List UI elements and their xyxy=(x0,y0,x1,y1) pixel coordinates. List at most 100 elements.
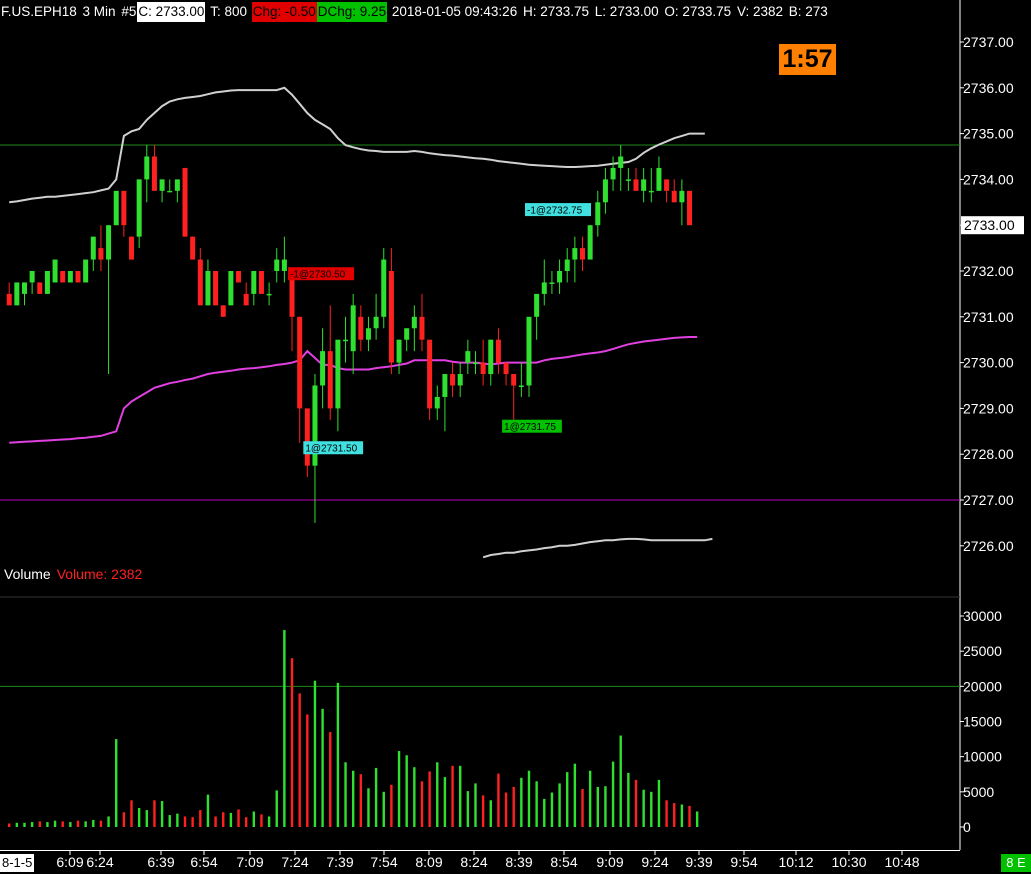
volume-bar xyxy=(321,708,324,827)
candle-body xyxy=(365,328,371,340)
volume-bar xyxy=(115,739,118,827)
volume-bar xyxy=(92,819,95,827)
order-label: -1@2730.50 xyxy=(290,270,346,281)
volume-bar xyxy=(329,732,332,827)
candle-body xyxy=(442,374,448,397)
candle-body xyxy=(488,339,494,375)
price-tick-label: 2730.00 xyxy=(963,355,1014,371)
candle-body xyxy=(557,271,563,283)
volume-bar xyxy=(588,770,592,827)
time-tick-label: 7:54 xyxy=(370,854,397,870)
volume-bar xyxy=(69,822,72,827)
candle-body xyxy=(396,339,402,363)
candle-body xyxy=(541,282,547,294)
time-tick-label: 6:09 xyxy=(56,854,83,870)
volume-bar xyxy=(474,783,477,827)
candle-body xyxy=(83,259,89,283)
candle-body xyxy=(595,202,601,226)
volume-bar xyxy=(642,789,645,827)
volume-bar xyxy=(573,763,577,827)
volume-bar xyxy=(168,815,171,827)
volume-bar xyxy=(650,791,653,827)
candle-body xyxy=(121,190,127,226)
time-tick-label: 10:48 xyxy=(884,854,919,870)
volume-bar xyxy=(267,816,271,827)
volume-bar xyxy=(359,774,363,827)
volume-tick-label: 15000 xyxy=(963,714,1002,730)
volume-bar xyxy=(428,771,431,827)
candle-body xyxy=(182,167,188,237)
volume-bar xyxy=(130,800,133,827)
candle-body xyxy=(129,236,135,260)
candle-body xyxy=(419,316,425,340)
price-tick-label: 2727.00 xyxy=(963,492,1014,508)
time-tick-label: 8:09 xyxy=(415,854,442,870)
volume-bar xyxy=(122,812,126,827)
candle-body xyxy=(411,316,417,329)
volume-bar xyxy=(604,786,607,827)
time-tick-label: 9:09 xyxy=(596,854,623,870)
volume-panel-title: Volume Volume: 2382 xyxy=(4,566,142,582)
candle-body xyxy=(534,293,540,317)
time-tick-label: 8:54 xyxy=(550,854,577,870)
price-tick-label: 2731.00 xyxy=(963,309,1014,325)
time-tick-label: 6:54 xyxy=(190,854,217,870)
candle-body xyxy=(518,385,524,387)
volume-bar xyxy=(374,767,378,827)
volume-bar xyxy=(413,767,416,827)
candle-body xyxy=(304,408,310,466)
candle-body xyxy=(228,271,234,306)
candle-body xyxy=(618,156,624,168)
order-label: 1@2731.75 xyxy=(504,422,556,433)
candle-body xyxy=(457,374,463,386)
volume-bar xyxy=(443,777,447,827)
volume-bar xyxy=(344,762,347,827)
candle-body xyxy=(106,225,112,260)
price-tick-label: 2726.00 xyxy=(963,538,1014,554)
volume-bar xyxy=(53,820,57,827)
volume-bar xyxy=(558,783,561,827)
candle-body xyxy=(580,248,585,260)
volume-bar xyxy=(481,795,485,827)
volume-bar xyxy=(290,658,294,827)
candle-body xyxy=(37,282,43,294)
current-price-label: 2733.00 xyxy=(964,217,1015,233)
volume-bar xyxy=(199,810,202,827)
candle-body xyxy=(136,179,142,237)
candle-body xyxy=(251,271,257,294)
volume-bar xyxy=(275,790,278,827)
time-tick-label: 7:39 xyxy=(326,854,353,870)
price-volume-chart[interactable]: -1@2730.50 1@2731.50 -1@2732.75 1@2731.75 27… xyxy=(0,0,1031,874)
volume-bar xyxy=(313,680,317,827)
time-tick-label: 10:30 xyxy=(831,854,866,870)
volume-bar xyxy=(535,781,538,827)
candle-body xyxy=(641,179,647,191)
volume-tick-label: 5000 xyxy=(963,784,994,800)
candle-body xyxy=(327,351,333,409)
time-tick-label: 7:09 xyxy=(236,854,263,870)
volume-bar xyxy=(336,682,340,827)
candle-body xyxy=(75,271,81,283)
candle-body xyxy=(465,351,471,363)
time-tick-label: 7:24 xyxy=(281,854,308,870)
volume-bar xyxy=(466,791,470,827)
candle-body xyxy=(6,293,12,306)
volume-bar xyxy=(244,817,248,827)
candle-body xyxy=(167,190,173,193)
candle-body xyxy=(197,259,203,306)
volume-tick-label: 20000 xyxy=(963,678,1002,694)
candle-body xyxy=(434,396,440,409)
candle-body xyxy=(220,305,226,317)
volume-bar xyxy=(420,781,424,827)
volume-bar xyxy=(160,800,164,827)
volume-bar xyxy=(596,786,599,827)
candle-body xyxy=(21,282,27,294)
candle-body xyxy=(526,316,532,386)
candle-body xyxy=(564,259,570,271)
volume-bar xyxy=(107,816,110,827)
candle-body xyxy=(687,190,693,226)
volume-bar xyxy=(367,788,370,827)
candle-body xyxy=(480,362,486,375)
volume-bar xyxy=(497,773,500,827)
volume-bar xyxy=(665,800,668,827)
